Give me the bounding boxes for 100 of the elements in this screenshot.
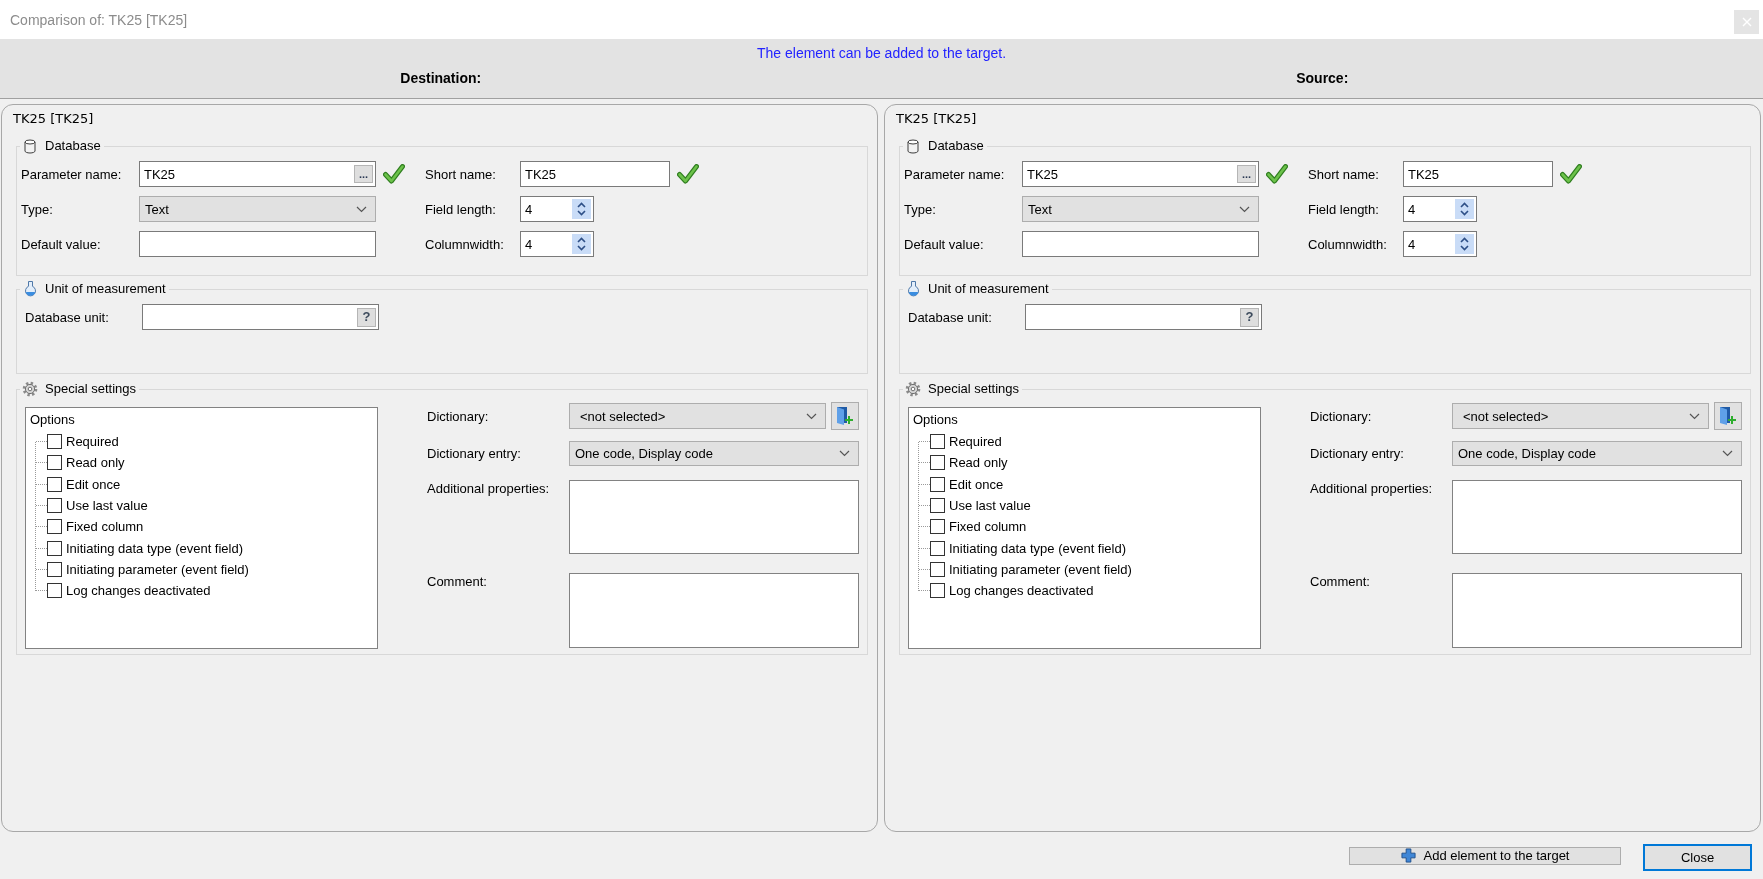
checkbox[interactable]	[47, 434, 62, 450]
close-icon	[1741, 17, 1752, 27]
database-unit-field[interactable]: ?	[142, 304, 379, 330]
field-label: Type:	[904, 201, 936, 217]
spin-button[interactable]	[572, 234, 591, 254]
checkbox[interactable]	[47, 455, 62, 471]
short-name-field[interactable]: TK25	[520, 161, 670, 187]
field-label: Short name:	[1308, 166, 1379, 182]
window-title: Comparison of: TK25 [TK25]	[10, 11, 188, 28]
checkbox[interactable]	[47, 498, 62, 514]
checkbox[interactable]	[930, 455, 945, 471]
checkbox[interactable]	[47, 476, 62, 492]
type-dropdown[interactable]: Text	[139, 196, 376, 222]
columnwidth-field[interactable]: 4	[1403, 231, 1477, 257]
group-title: Unit of measurement	[45, 281, 166, 297]
option-label: Initiating data type (event field)	[949, 540, 1127, 556]
option-label: Initiating data type (event field)	[66, 540, 244, 556]
add-dictionary-button[interactable]	[1714, 402, 1742, 430]
checkbox[interactable]	[930, 476, 945, 492]
add-element-button[interactable]: Add element to the target	[1349, 846, 1621, 865]
up-down-arrows-icon	[577, 237, 586, 251]
status-message: The element can be added to the target.	[756, 45, 1007, 61]
additional-properties-field[interactable]	[569, 480, 859, 554]
panel-title: TK25 [TK25]	[13, 110, 94, 126]
field-label: Short name:	[425, 166, 496, 182]
dictionary-dropdown[interactable]: <not selected>	[1452, 403, 1709, 429]
help-button[interactable]: ?	[1240, 307, 1259, 327]
gear-icon	[905, 381, 921, 397]
dictionary-entry-dropdown[interactable]: One code, Display code	[569, 441, 859, 466]
option-label: Use last value	[66, 498, 148, 514]
default-value-field[interactable]	[139, 231, 376, 257]
database-icon	[24, 138, 36, 154]
checkbox[interactable]	[930, 434, 945, 450]
chevron-down-icon	[1689, 412, 1700, 420]
help-button[interactable]: ?	[357, 307, 376, 327]
gear-icon	[22, 381, 38, 397]
chevron-down-icon	[839, 450, 850, 457]
field-label: Field length:	[1308, 201, 1379, 217]
dictionary-entry-dropdown[interactable]: One code, Display code	[1452, 441, 1742, 466]
option-label: Fixed column	[949, 519, 1027, 535]
flask-icon	[907, 281, 919, 297]
group-title: Database	[45, 138, 101, 154]
up-down-arrows-icon	[1460, 237, 1469, 251]
database-unit-field[interactable]: ?	[1025, 304, 1262, 330]
checkbox[interactable]	[930, 540, 945, 556]
add-dictionary-button[interactable]	[831, 402, 859, 430]
option-label: Required	[66, 434, 119, 450]
spin-button[interactable]	[572, 199, 591, 219]
field-length-field[interactable]: 4	[1403, 196, 1477, 222]
field-label: Dictionary entry:	[1310, 446, 1404, 461]
field-label: Comment:	[427, 574, 487, 589]
field-label: Default value:	[21, 236, 101, 252]
field-label: Columnwidth:	[1308, 236, 1387, 252]
checkbox[interactable]	[930, 519, 945, 535]
checkbox[interactable]	[47, 583, 62, 599]
field-label: Default value:	[904, 236, 984, 252]
checkbox[interactable]	[930, 583, 945, 599]
option-label: Initiating parameter (event field)	[66, 561, 249, 577]
chevron-down-icon	[1239, 205, 1250, 213]
field-label: Parameter name:	[21, 166, 122, 182]
checkbox[interactable]	[47, 540, 62, 556]
option-label: Edit once	[949, 476, 1004, 492]
option-label: Edit once	[66, 476, 121, 492]
parameter-name-field[interactable]: TK25 ...	[1022, 161, 1259, 187]
option-label: Initiating parameter (event field)	[949, 561, 1132, 577]
panel-title: TK25 [TK25]	[896, 110, 977, 126]
up-down-arrows-icon	[1460, 202, 1469, 216]
spin-button[interactable]	[1455, 199, 1474, 219]
parameter-name-field[interactable]: TK25 ...	[139, 161, 376, 187]
database-icon	[907, 138, 919, 154]
option-label: Read only	[66, 455, 125, 471]
short-name-field[interactable]: TK25	[1403, 161, 1553, 187]
dictionary-dropdown[interactable]: <not selected>	[569, 403, 826, 429]
group-title: Special settings	[45, 381, 137, 397]
columnwidth-field[interactable]: 4	[520, 231, 594, 257]
option-label: Log changes deactivated	[949, 583, 1094, 599]
checkbox[interactable]	[930, 561, 945, 577]
field-label: Type:	[21, 201, 53, 217]
option-label: Read only	[949, 455, 1008, 471]
spin-button[interactable]	[1455, 234, 1474, 254]
door-plus-icon	[836, 406, 854, 426]
close-button[interactable]: Close	[1643, 844, 1752, 871]
type-dropdown[interactable]: Text	[1022, 196, 1259, 222]
checkbox[interactable]	[930, 498, 945, 514]
field-label: Comment:	[1310, 574, 1370, 589]
browse-button[interactable]: ...	[354, 165, 373, 183]
door-plus-icon	[1719, 406, 1737, 426]
additional-properties-field[interactable]	[1452, 480, 1742, 554]
default-value-field[interactable]	[1022, 231, 1259, 257]
comment-field[interactable]	[1452, 573, 1742, 648]
browse-button[interactable]: ...	[1237, 165, 1256, 183]
field-label: Parameter name:	[904, 166, 1005, 182]
field-label: Dictionary entry:	[427, 446, 521, 461]
field-length-field[interactable]: 4	[520, 196, 594, 222]
field-label: Columnwidth:	[425, 236, 504, 252]
comment-field[interactable]	[569, 573, 859, 648]
field-label: Dictionary:	[1310, 408, 1372, 424]
checkbox[interactable]	[47, 561, 62, 577]
group-title: Database	[928, 138, 984, 154]
checkbox[interactable]	[47, 519, 62, 535]
